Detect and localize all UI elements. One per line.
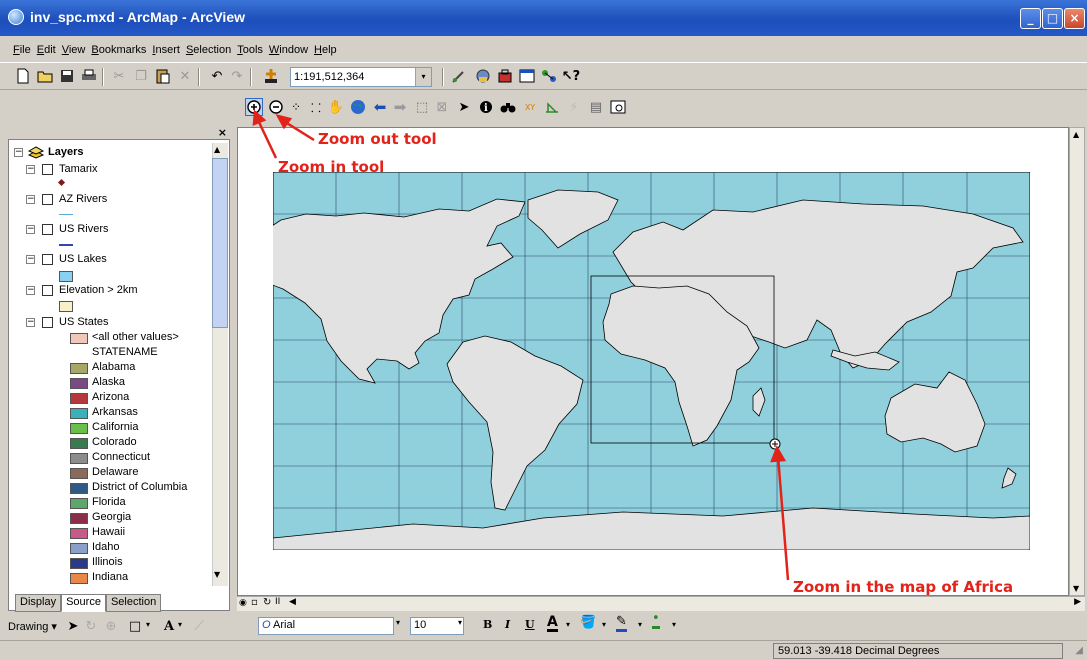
font-size-select[interactable]: 10	[410, 617, 464, 635]
zoom-out-annotation: Zoom out tool	[318, 130, 437, 148]
resize-grip-icon[interactable]: ◢	[1075, 645, 1083, 656]
font-icon: O	[262, 619, 271, 631]
fill-color-bucket-icon[interactable]: 🪣	[580, 615, 596, 630]
map-horizontal-scrollbar[interactable]: ◉ ▫ ↻ II ◀ ▶	[237, 596, 1085, 611]
underline-button[interactable]: U	[525, 618, 535, 631]
font-dropdown-icon[interactable]: ▾	[396, 618, 400, 627]
line-color-pencil-icon[interactable]: ✎	[616, 615, 627, 632]
zoom-whole-page-icon[interactable]: ⊕	[102, 617, 120, 635]
coordinate-readout: 59.013 -39.418 Decimal Degrees	[773, 643, 1063, 659]
dropdown-arrow-icon[interactable]: ▾	[672, 620, 676, 629]
layout-view-icon[interactable]: ▫	[251, 597, 258, 608]
dropdown-arrow-icon[interactable]: ▾	[602, 620, 606, 629]
dropdown-arrow-icon[interactable]: ▾	[178, 620, 182, 629]
map-vertical-scrollbar[interactable]: ▲ ▼	[1069, 127, 1085, 596]
scroll-up-icon[interactable]: ▲	[1073, 130, 1079, 139]
annotation-arrows	[252, 109, 790, 581]
zoom-africa-annotation: Zoom in the map of Africa	[793, 578, 1014, 596]
zoom-in-annotation: Zoom in tool	[278, 158, 385, 176]
status-bar: 59.013 -39.418 Decimal Degrees ◢	[0, 640, 1087, 660]
text-tool-icon[interactable]: A	[160, 617, 178, 635]
scroll-right-icon[interactable]: ▶	[1074, 597, 1081, 607]
refresh-view-icon[interactable]: ↻	[263, 597, 271, 608]
data-view-icon[interactable]: ◉	[239, 598, 247, 608]
dropdown-arrow-icon[interactable]: ▾	[146, 620, 150, 629]
select-elements-icon[interactable]: ➤	[64, 617, 82, 635]
drawing-menu[interactable]: Drawing ▾	[8, 620, 57, 633]
font-name-select[interactable]: O Arial	[258, 617, 394, 635]
font-color-icon[interactable]: A	[547, 615, 558, 632]
rotate-icon[interactable]: ↻	[82, 617, 100, 635]
rectangle-tool-icon[interactable]: □	[126, 617, 144, 635]
edit-vertices-icon[interactable]: ⟋	[190, 617, 208, 635]
scroll-down-icon[interactable]: ▼	[1073, 584, 1079, 593]
pause-drawing-icon[interactable]: II	[275, 597, 280, 607]
scroll-left-icon[interactable]: ◀	[289, 597, 296, 607]
bold-button[interactable]: B	[483, 618, 492, 631]
drawing-toolbar: Drawing ▾ ➤ ↻ ⊕ □ ▾ A ▾ ⟋	[0, 614, 1087, 638]
size-dropdown-icon[interactable]: ▾	[458, 618, 462, 627]
italic-button[interactable]: I	[505, 618, 510, 631]
dropdown-arrow-icon[interactable]: ▾	[638, 620, 642, 629]
marker-color-icon[interactable]: •	[652, 612, 660, 629]
dropdown-arrow-icon[interactable]: ▾	[566, 620, 570, 629]
